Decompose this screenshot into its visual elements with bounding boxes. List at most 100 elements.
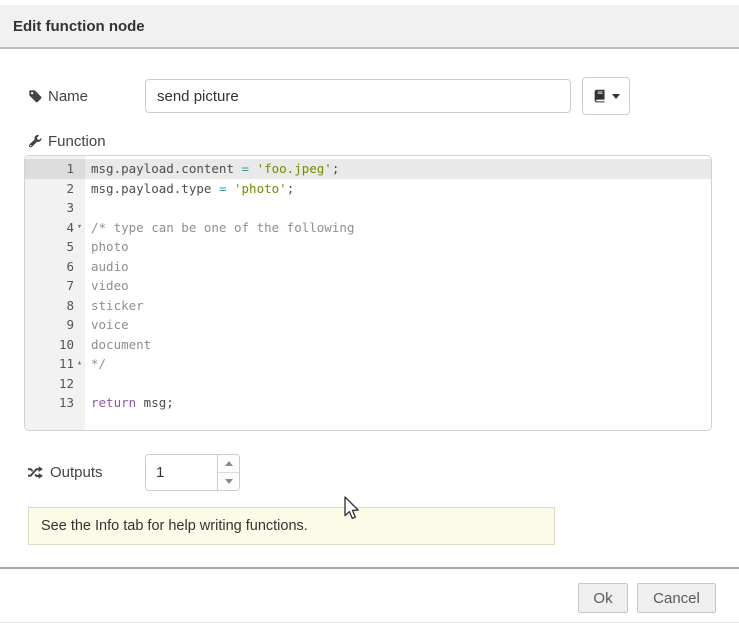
code-token: audio xyxy=(91,259,129,274)
outputs-spinner xyxy=(145,454,240,491)
code-token: /* type can be one of the following xyxy=(91,220,354,235)
code-text: voice xyxy=(85,315,129,335)
code-line[interactable]: 9 voice xyxy=(25,315,711,335)
code-token: msg.payload.type xyxy=(91,181,219,196)
code-token: document xyxy=(91,337,151,352)
line-number-text: 11 xyxy=(59,354,74,374)
code-lines: 1 msg.payload.content = 'foo.jpeg'; 2 msg.p… xyxy=(25,159,711,413)
code-line[interactable]: 11▴ */ xyxy=(25,354,711,374)
code-text: */ xyxy=(85,354,106,374)
code-token: msg; xyxy=(136,395,174,410)
code-text: return msg; xyxy=(85,393,174,413)
cancel-button[interactable]: Cancel xyxy=(637,583,716,613)
line-number-text: 5 xyxy=(66,237,74,257)
spinner-down-button[interactable] xyxy=(218,473,239,490)
line-number: 9 xyxy=(25,315,85,335)
fold-toggle-icon[interactable]: ▾ xyxy=(74,218,85,238)
code-text xyxy=(85,374,91,394)
line-number: 11▴ xyxy=(25,354,85,374)
code-token: voice xyxy=(91,317,129,332)
triangle-down-icon xyxy=(225,479,233,484)
triangle-up-icon xyxy=(225,461,233,466)
line-number-text: 8 xyxy=(66,296,74,316)
code-token: return xyxy=(91,395,136,410)
line-number: 13 xyxy=(25,393,85,413)
line-number-text: 1 xyxy=(66,159,74,179)
spinner-buttons xyxy=(217,455,239,490)
line-number-text: 12 xyxy=(59,374,74,394)
code-token: */ xyxy=(91,356,106,371)
code-token xyxy=(226,181,234,196)
code-line[interactable]: 8 sticker xyxy=(25,296,711,316)
edit-function-dialog: Edit function node Name Function 1 msg.pa… xyxy=(0,0,739,630)
code-token: 'foo.jpeg' xyxy=(257,161,332,176)
function-label: Function xyxy=(28,131,106,151)
code-line[interactable]: 13 return msg; xyxy=(25,393,711,413)
line-number-text: 4 xyxy=(66,218,74,238)
code-line[interactable]: 4▾ /* type can be one of the following xyxy=(25,218,711,238)
library-button[interactable] xyxy=(582,77,630,115)
line-number: 12 xyxy=(25,374,85,394)
info-tip: See the Info tab for help writing functi… xyxy=(28,507,555,545)
dialog-bottom-edge xyxy=(0,622,739,623)
line-number: 8 xyxy=(25,296,85,316)
line-number-text: 9 xyxy=(66,315,74,335)
line-number-text: 6 xyxy=(66,257,74,277)
code-token: = xyxy=(242,161,250,176)
code-text: photo xyxy=(85,237,129,257)
code-text: /* type can be one of the following xyxy=(85,218,354,238)
ok-button[interactable]: Ok xyxy=(578,583,628,613)
line-number: 7 xyxy=(25,276,85,296)
code-text: document xyxy=(85,335,151,355)
code-token xyxy=(249,161,257,176)
fold-toggle-icon[interactable]: ▴ xyxy=(74,354,85,374)
function-code-editor[interactable]: 1 msg.payload.content = 'foo.jpeg'; 2 msg.p… xyxy=(24,155,712,431)
name-label: Name xyxy=(28,79,88,113)
line-number: 10 xyxy=(25,335,85,355)
code-text: audio xyxy=(85,257,129,277)
name-input[interactable] xyxy=(145,79,571,113)
footer-divider xyxy=(0,567,739,569)
code-text: sticker xyxy=(85,296,144,316)
code-line[interactable]: 6 audio xyxy=(25,257,711,277)
dialog-title: Edit function node xyxy=(13,18,145,35)
line-number-text: 13 xyxy=(59,393,74,413)
dialog-header: Edit function node xyxy=(0,5,739,49)
code-line[interactable]: 10 document xyxy=(25,335,711,355)
code-line[interactable]: 1 msg.payload.content = 'foo.jpeg'; xyxy=(25,159,711,179)
line-number-text: 7 xyxy=(66,276,74,296)
code-token: msg.payload.content xyxy=(91,161,242,176)
code-token: video xyxy=(91,278,129,293)
code-text: msg.payload.type = 'photo'; xyxy=(85,179,294,199)
code-line[interactable]: 7 video xyxy=(25,276,711,296)
code-token: 'photo' xyxy=(234,181,287,196)
code-token: ; xyxy=(332,161,340,176)
line-number-text: 3 xyxy=(66,198,74,218)
line-number: 5 xyxy=(25,237,85,257)
line-number-text: 2 xyxy=(66,179,74,199)
code-line[interactable]: 12 xyxy=(25,374,711,394)
outputs-input[interactable] xyxy=(146,455,217,490)
line-number-text: 10 xyxy=(59,335,74,355)
code-token: photo xyxy=(91,239,129,254)
line-number: 6 xyxy=(25,257,85,277)
spinner-up-button[interactable] xyxy=(218,455,239,473)
code-text xyxy=(85,198,91,218)
book-icon xyxy=(593,89,607,103)
tag-icon xyxy=(28,89,42,103)
code-line[interactable]: 2 msg.payload.type = 'photo'; xyxy=(25,179,711,199)
shuffle-icon xyxy=(28,466,44,479)
code-line[interactable]: 3 xyxy=(25,198,711,218)
line-number: 4▾ xyxy=(25,218,85,238)
code-text: msg.payload.content = 'foo.jpeg'; xyxy=(85,159,339,179)
line-number: 1 xyxy=(25,159,85,179)
code-token: ; xyxy=(287,181,295,196)
code-line[interactable]: 5 photo xyxy=(25,237,711,257)
outputs-label: Outputs xyxy=(28,454,103,491)
line-number: 2 xyxy=(25,179,85,199)
chevron-down-icon xyxy=(612,94,620,99)
code-token: sticker xyxy=(91,298,144,313)
wrench-icon xyxy=(28,134,42,148)
code-text: video xyxy=(85,276,129,296)
line-number: 3 xyxy=(25,198,85,218)
